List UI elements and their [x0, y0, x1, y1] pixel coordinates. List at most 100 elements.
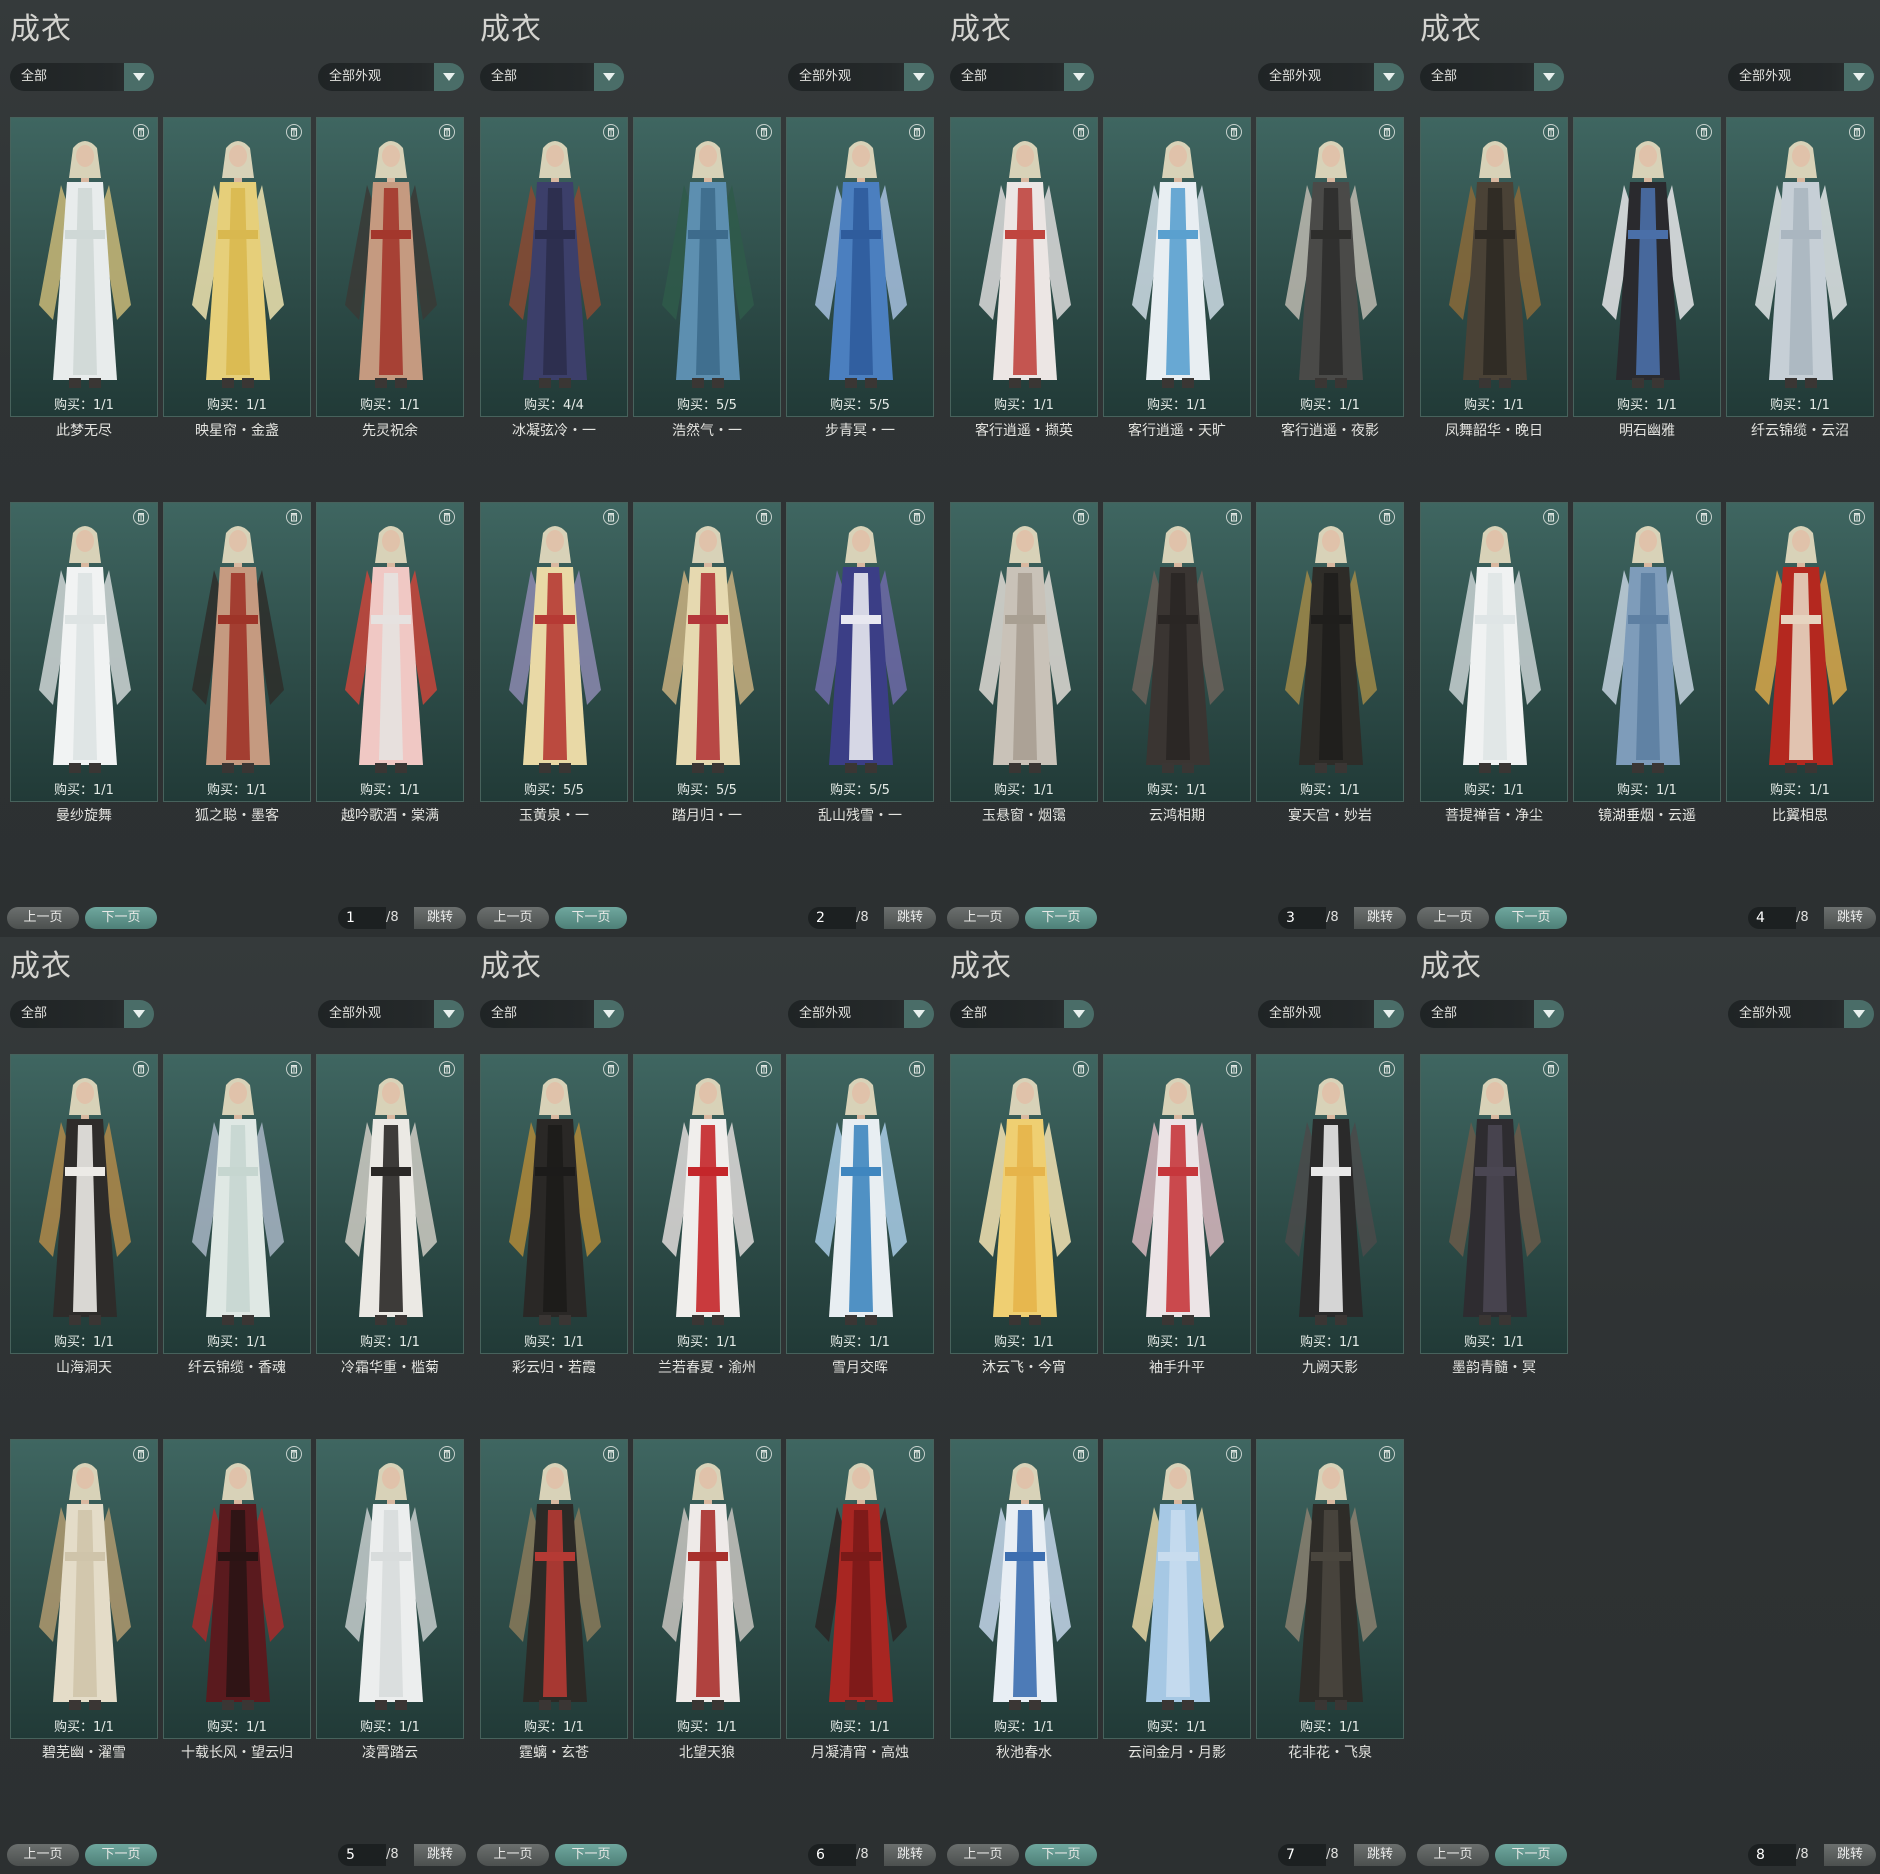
- next-page-button[interactable]: 下一页: [555, 1844, 627, 1866]
- trash-icon[interactable]: [909, 509, 925, 525]
- trash-icon[interactable]: [1849, 509, 1865, 525]
- prev-page-button[interactable]: 上一页: [7, 1844, 79, 1866]
- trash-icon[interactable]: [1379, 509, 1395, 525]
- chevron-down-icon[interactable]: [1534, 63, 1564, 91]
- category-dropdown[interactable]: 全部: [1420, 1000, 1564, 1028]
- trash-icon[interactable]: [1226, 124, 1242, 140]
- outfit-card[interactable]: 购买：1/1 宴天宫・妙岩: [1256, 502, 1404, 824]
- prev-page-button[interactable]: 上一页: [947, 1844, 1019, 1866]
- appearance-dropdown[interactable]: 全部外观: [788, 63, 934, 91]
- category-dropdown[interactable]: 全部: [480, 63, 624, 91]
- prev-page-button[interactable]: 上一页: [947, 907, 1019, 929]
- appearance-dropdown[interactable]: 全部外观: [788, 1000, 934, 1028]
- outfit-card[interactable]: 购买：1/1 墨韵青髓・冥: [1420, 1054, 1568, 1376]
- chevron-down-icon[interactable]: [1064, 1000, 1094, 1028]
- outfit-card[interactable]: 购买：1/1 纤云锦缆・云沼: [1726, 117, 1874, 439]
- trash-icon[interactable]: [1226, 1446, 1242, 1462]
- outfit-card[interactable]: 购买：1/1 狐之聪・墨客: [163, 502, 311, 824]
- outfit-card[interactable]: 购买：5/5 踏月归・一: [633, 502, 781, 824]
- trash-icon[interactable]: [1543, 1061, 1559, 1077]
- page-number-input[interactable]: 4: [1748, 907, 1796, 929]
- appearance-dropdown[interactable]: 全部外观: [318, 63, 464, 91]
- trash-icon[interactable]: [1696, 509, 1712, 525]
- outfit-card[interactable]: 购买：1/1 此梦无尽: [10, 117, 158, 439]
- jump-button[interactable]: 跳转: [1354, 1844, 1406, 1866]
- outfit-card[interactable]: 购买：1/1 越吟歌酒・棠满: [316, 502, 464, 824]
- trash-icon[interactable]: [1379, 124, 1395, 140]
- outfit-card[interactable]: 购买：1/1 十载长风・望云归: [163, 1439, 311, 1761]
- jump-button[interactable]: 跳转: [414, 907, 466, 929]
- jump-button[interactable]: 跳转: [884, 907, 936, 929]
- outfit-card[interactable]: 购买：1/1 九阙天影: [1256, 1054, 1404, 1376]
- outfit-card[interactable]: 购买：1/1 兰若春夏・渝州: [633, 1054, 781, 1376]
- trash-icon[interactable]: [756, 124, 772, 140]
- outfit-card[interactable]: 购买：1/1 客行逍遥・天旷: [1103, 117, 1251, 439]
- category-dropdown[interactable]: 全部: [950, 1000, 1094, 1028]
- page-number-input[interactable]: 6: [808, 1844, 856, 1866]
- next-page-button[interactable]: 下一页: [555, 907, 627, 929]
- outfit-card[interactable]: 购买：1/1 镜湖垂烟・云遥: [1573, 502, 1721, 824]
- page-number-input[interactable]: 1: [338, 907, 386, 929]
- trash-icon[interactable]: [1226, 509, 1242, 525]
- prev-page-button[interactable]: 上一页: [1417, 1844, 1489, 1866]
- trash-icon[interactable]: [603, 509, 619, 525]
- chevron-down-icon[interactable]: [1374, 63, 1404, 91]
- outfit-card[interactable]: 购买：5/5 浩然气・一: [633, 117, 781, 439]
- trash-icon[interactable]: [439, 509, 455, 525]
- outfit-card[interactable]: 购买：1/1 彩云归・若霞: [480, 1054, 628, 1376]
- trash-icon[interactable]: [286, 1446, 302, 1462]
- outfit-card[interactable]: 购买：1/1 山海洞天: [10, 1054, 158, 1376]
- trash-icon[interactable]: [603, 124, 619, 140]
- chevron-down-icon[interactable]: [434, 1000, 464, 1028]
- prev-page-button[interactable]: 上一页: [7, 907, 79, 929]
- trash-icon[interactable]: [603, 1061, 619, 1077]
- category-dropdown[interactable]: 全部: [1420, 63, 1564, 91]
- trash-icon[interactable]: [133, 1061, 149, 1077]
- jump-button[interactable]: 跳转: [1824, 1844, 1876, 1866]
- trash-icon[interactable]: [439, 1446, 455, 1462]
- trash-icon[interactable]: [756, 509, 772, 525]
- prev-page-button[interactable]: 上一页: [477, 1844, 549, 1866]
- next-page-button[interactable]: 下一页: [85, 1844, 157, 1866]
- outfit-card[interactable]: 购买：5/5 步青冥・一: [786, 117, 934, 439]
- appearance-dropdown[interactable]: 全部外观: [1728, 1000, 1874, 1028]
- outfit-card[interactable]: 购买：1/1 花非花・飞泉: [1256, 1439, 1404, 1761]
- outfit-card[interactable]: 购买：1/1 雪月交晖: [786, 1054, 934, 1376]
- outfit-card[interactable]: 购买：1/1 玉悬窗・烟霭: [950, 502, 1098, 824]
- outfit-card[interactable]: 购买：1/1 凤舞韶华・晚日: [1420, 117, 1568, 439]
- page-number-input[interactable]: 8: [1748, 1844, 1796, 1866]
- chevron-down-icon[interactable]: [1064, 63, 1094, 91]
- outfit-card[interactable]: 购买：1/1 北望天狼: [633, 1439, 781, 1761]
- outfit-card[interactable]: 购买：1/1 霆螭・玄苍: [480, 1439, 628, 1761]
- trash-icon[interactable]: [1379, 1446, 1395, 1462]
- trash-icon[interactable]: [1073, 1446, 1089, 1462]
- outfit-card[interactable]: 购买：5/5 乱山残雪・一: [786, 502, 934, 824]
- trash-icon[interactable]: [756, 1061, 772, 1077]
- chevron-down-icon[interactable]: [434, 63, 464, 91]
- trash-icon[interactable]: [1226, 1061, 1242, 1077]
- outfit-card[interactable]: 购买：1/1 冷霜华重・槛菊: [316, 1054, 464, 1376]
- trash-icon[interactable]: [1073, 509, 1089, 525]
- chevron-down-icon[interactable]: [124, 63, 154, 91]
- outfit-card[interactable]: 购买：1/1 曼纱旋舞: [10, 502, 158, 824]
- outfit-card[interactable]: 购买：1/1 客行逍遥・夜影: [1256, 117, 1404, 439]
- category-dropdown[interactable]: 全部: [950, 63, 1094, 91]
- outfit-card[interactable]: 购买：1/1 明石幽雅: [1573, 117, 1721, 439]
- trash-icon[interactable]: [603, 1446, 619, 1462]
- outfit-card[interactable]: 购买：1/1 秋池春水: [950, 1439, 1098, 1761]
- trash-icon[interactable]: [909, 124, 925, 140]
- chevron-down-icon[interactable]: [1844, 63, 1874, 91]
- trash-icon[interactable]: [133, 124, 149, 140]
- next-page-button[interactable]: 下一页: [85, 907, 157, 929]
- next-page-button[interactable]: 下一页: [1025, 1844, 1097, 1866]
- trash-icon[interactable]: [286, 509, 302, 525]
- trash-icon[interactable]: [1543, 124, 1559, 140]
- prev-page-button[interactable]: 上一页: [1417, 907, 1489, 929]
- trash-icon[interactable]: [439, 1061, 455, 1077]
- next-page-button[interactable]: 下一页: [1495, 907, 1567, 929]
- outfit-card[interactable]: 购买：1/1 云鸿相期: [1103, 502, 1251, 824]
- outfit-card[interactable]: 购买：5/5 玉黄泉・一: [480, 502, 628, 824]
- chevron-down-icon[interactable]: [124, 1000, 154, 1028]
- outfit-card[interactable]: 购买：4/4 冰凝弦冷・一: [480, 117, 628, 439]
- chevron-down-icon[interactable]: [1844, 1000, 1874, 1028]
